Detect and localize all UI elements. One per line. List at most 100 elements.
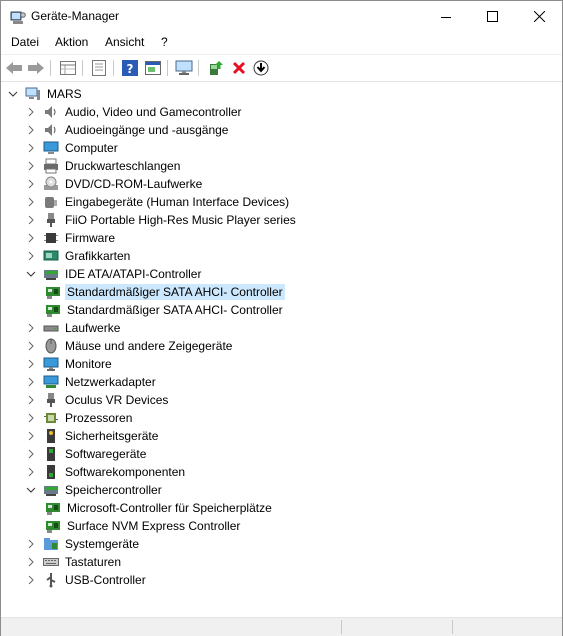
tree-category-item[interactable]: Softwarekomponenten (25, 463, 187, 481)
menu-aktion[interactable]: Aktion (55, 35, 88, 49)
tree-item-label: Grafikkarten (65, 249, 131, 263)
chevron-right-icon[interactable] (25, 355, 37, 373)
tree-item-label: Systemgeräte (65, 537, 140, 551)
chevron-right-icon[interactable] (25, 427, 37, 445)
chevron-right-icon[interactable] (25, 175, 37, 193)
menu-ansicht[interactable]: Ansicht (105, 35, 144, 49)
chevron-right-icon[interactable] (25, 445, 37, 463)
tree-category-item[interactable]: Mäuse und andere Zeigegeräte (25, 337, 234, 355)
speaker-icon (43, 122, 59, 138)
tree-category-item[interactable]: Grafikkarten (25, 247, 132, 265)
tree-item-label: Firmware (65, 231, 115, 245)
maximize-button[interactable] (469, 1, 515, 32)
chevron-right-icon[interactable] (25, 391, 37, 409)
device-tree[interactable]: MARS Audio, Video und Gamecontroller Audi… (1, 83, 562, 623)
tree-category-item[interactable]: Audioeingänge und -ausgänge (25, 121, 230, 139)
chevron-right-icon[interactable] (25, 247, 37, 265)
tree-item-label: Mäuse und andere Zeigegeräte (65, 339, 233, 353)
chevron-right-icon[interactable] (25, 229, 37, 247)
chevron-right-icon[interactable] (25, 139, 37, 157)
chevron-right-icon[interactable] (25, 103, 37, 121)
chevron-down-icon[interactable] (25, 265, 37, 283)
download-icon[interactable] (252, 59, 270, 77)
tree-device-item[interactable]: Surface NVM Express Controller (45, 517, 242, 535)
monitor-network-icon[interactable] (175, 59, 193, 77)
forward-arrow-icon[interactable] (27, 59, 45, 77)
printer-icon (43, 158, 59, 174)
chevron-right-icon[interactable] (25, 373, 37, 391)
tree-category-item[interactable]: USB-Controller (25, 571, 148, 589)
tree-item-label: Softwaregeräte (65, 447, 147, 461)
chevron-down-icon[interactable] (7, 85, 19, 103)
tree-root-mars[interactable]: MARS (7, 85, 84, 103)
document-icon[interactable] (90, 59, 108, 77)
tree-category-item[interactable]: Laufwerke (25, 319, 122, 337)
tree-category-item[interactable]: Eingabegeräte (Human Interface Devices) (25, 193, 291, 211)
close-button[interactable] (516, 1, 562, 32)
chevron-right-icon[interactable] (25, 535, 37, 553)
window-properties-icon[interactable] (144, 59, 162, 77)
chevron-down-icon[interactable] (25, 481, 37, 499)
toolbar-separator (198, 60, 199, 76)
menu-datei[interactable]: Datei (11, 35, 39, 49)
chevron-right-icon[interactable] (25, 337, 37, 355)
tree-category-item[interactable]: Audio, Video und Gamecontroller (25, 103, 244, 121)
speaker-icon (43, 104, 59, 120)
toolbar-separator (167, 60, 168, 76)
update-driver-icon[interactable] (207, 59, 225, 77)
chevron-right-icon[interactable] (25, 409, 37, 427)
tree-device-item[interactable]: Microsoft-Controller für Speicherplätze (45, 499, 274, 517)
tree-category-item[interactable]: Sicherheitsgeräte (25, 427, 160, 445)
tree-category-item[interactable]: Monitore (25, 355, 114, 373)
tree-category-item[interactable]: Computer (25, 139, 120, 157)
tree-item-label: IDE ATA/ATAPI-Controller (65, 267, 202, 281)
back-arrow-icon[interactable] (5, 59, 23, 77)
usb-plug-icon (43, 212, 59, 228)
help-icon[interactable]: ? (121, 59, 139, 77)
tree-item-label: Microsoft-Controller für Speicherplätze (67, 501, 272, 515)
computer-root-icon (25, 86, 41, 102)
chevron-right-icon[interactable] (25, 319, 37, 337)
tree-category-item[interactable]: Tastaturen (25, 553, 123, 571)
title-bar[interactable]: Geräte-Manager (1, 1, 562, 32)
toolbar-separator (82, 60, 83, 76)
properties-grid-icon[interactable] (59, 59, 77, 77)
tree-item-label: Standardmäßiger SATA AHCI- Controller (67, 303, 283, 317)
tree-item-label: Surface NVM Express Controller (67, 519, 241, 533)
chip-icon (43, 230, 59, 246)
chevron-right-icon[interactable] (25, 463, 37, 481)
tree-item-label: Monitore (65, 357, 112, 371)
tree-category-item[interactable]: IDE ATA/ATAPI-Controller (25, 265, 203, 283)
minimize-button[interactable] (423, 1, 469, 32)
storage-controller-icon (43, 266, 59, 282)
chevron-right-icon[interactable] (25, 571, 37, 589)
tree-item-label: Softwarekomponenten (65, 465, 186, 479)
chevron-right-icon[interactable] (25, 211, 37, 229)
controller-card-icon (45, 302, 61, 318)
tree-category-item[interactable]: Netzwerkadapter (25, 373, 158, 391)
tree-category-item[interactable]: Oculus VR Devices (25, 391, 170, 409)
tree-item-label: Oculus VR Devices (65, 393, 169, 407)
dvd-drive-icon (43, 176, 59, 192)
chevron-right-icon[interactable] (25, 193, 37, 211)
mouse-icon (43, 338, 59, 354)
chevron-right-icon[interactable] (25, 553, 37, 571)
chevron-right-icon[interactable] (25, 157, 37, 175)
tree-item-label: Audio, Video und Gamecontroller (65, 105, 242, 119)
tree-device-item[interactable]: Standardmäßiger SATA AHCI- Controller (45, 283, 285, 301)
tree-category-item[interactable]: Systemgeräte (25, 535, 141, 553)
keyboard-icon (43, 554, 59, 570)
tree-category-item[interactable]: Softwaregeräte (25, 445, 148, 463)
uninstall-x-icon[interactable] (230, 59, 248, 77)
tree-category-item[interactable]: Prozessoren (25, 409, 134, 427)
chevron-right-icon[interactable] (25, 121, 37, 139)
tree-device-item[interactable]: Standardmäßiger SATA AHCI- Controller (45, 301, 285, 319)
tree-category-item[interactable]: Druckwarteschlangen (25, 157, 182, 175)
tree-category-item[interactable]: Speichercontroller (25, 481, 164, 499)
tree-category-item[interactable]: Firmware (25, 229, 117, 247)
menu-help[interactable]: ? (161, 35, 168, 49)
monitor-icon (43, 356, 59, 372)
tree-category-item[interactable]: FiiO Portable High-Res Music Player seri… (25, 211, 298, 229)
tree-category-item[interactable]: DVD/CD-ROM-Laufwerke (25, 175, 204, 193)
status-segment (1, 620, 342, 634)
